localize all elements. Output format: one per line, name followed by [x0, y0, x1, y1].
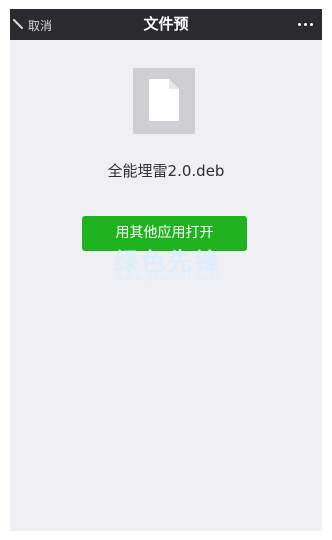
document-icon — [149, 79, 179, 121]
watermark-sub-text: www.greenxf.com — [116, 272, 220, 283]
file-name: 全能埋雷2.0.deb — [107, 162, 225, 180]
more-dots-icon — [309, 22, 313, 26]
more-dots-icon — [297, 22, 301, 26]
more-dots-icon — [303, 22, 307, 26]
navigation-bar: 取消 文件预 — [10, 9, 322, 40]
open-with-other-app-button[interactable]: 用其他应用打开 — [82, 216, 247, 251]
page-title: 文件预 — [143, 15, 189, 33]
file-preview — [133, 68, 195, 134]
screen-frame: 取消 文件预 全能埋雷2.0.deb 用其他应用打开 绿色先锋 www.gree… — [10, 9, 322, 531]
more-button[interactable] — [294, 16, 316, 32]
watermark: 绿色先锋 www.greenxf.com — [83, 248, 253, 283]
watermark-main-text: 绿色先锋 — [114, 248, 222, 276]
